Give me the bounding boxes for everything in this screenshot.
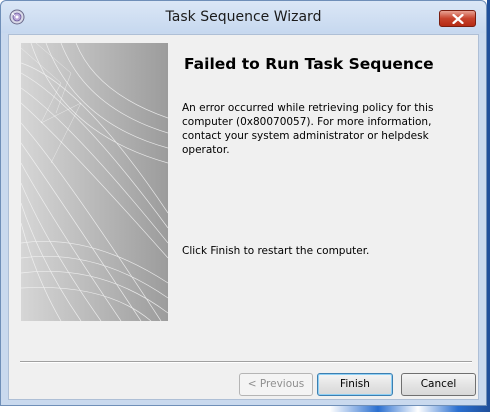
window-title: Task Sequence Wizard	[165, 9, 322, 25]
wizard-heading: Failed to Run Task Sequence	[184, 55, 434, 73]
close-button[interactable]	[439, 10, 476, 27]
restart-instruction: Click Finish to restart the computer.	[182, 245, 370, 257]
cancel-button[interactable]: Cancel	[401, 373, 476, 396]
title-bar[interactable]: Task Sequence Wizard	[1, 1, 486, 33]
previous-button[interactable]: < Previous	[239, 373, 313, 396]
close-icon	[452, 14, 464, 24]
wizard-window: Task Sequence Wizard Failed to Run Task …	[0, 0, 487, 406]
error-message: An error occurred while retrieving polic…	[182, 102, 434, 156]
button-separator	[20, 361, 472, 363]
wizard-client-area: Failed to Run Task Sequence An error occ…	[8, 34, 479, 400]
finish-button[interactable]: Finish	[317, 373, 393, 396]
wizard-banner-image	[21, 43, 168, 321]
